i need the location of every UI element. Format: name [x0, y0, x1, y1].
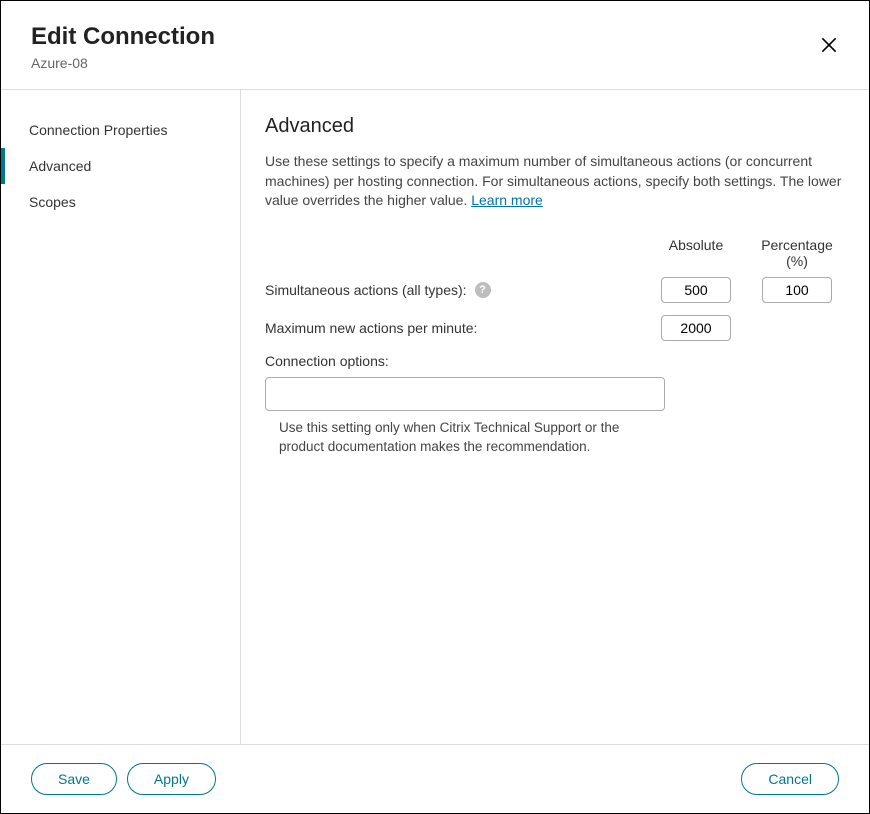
label-simultaneous-actions: Simultaneous actions (all types): ? [265, 282, 651, 298]
row-simultaneous-actions: Simultaneous actions (all types): ? [265, 277, 845, 303]
settings-table: Absolute Percentage (%) Simultaneous act… [265, 237, 845, 457]
close-button[interactable] [817, 33, 841, 57]
content-panel: Advanced Use these settings to specify a… [241, 90, 869, 744]
label-connection-options: Connection options: [265, 353, 845, 369]
dialog-body: Connection Properties Advanced Scopes Ad… [1, 90, 869, 744]
row-max-new-actions: Maximum new actions per minute: [265, 315, 845, 341]
section-description: Use these settings to specify a maximum … [265, 152, 845, 211]
cancel-button[interactable]: Cancel [741, 763, 839, 795]
dialog-footer: Save Apply Cancel [1, 744, 869, 813]
simultaneous-absolute-input[interactable] [661, 277, 731, 303]
sidebar-item-label: Connection Properties [29, 122, 168, 138]
dialog-header: Edit Connection Azure-08 [1, 1, 869, 89]
save-button[interactable]: Save [31, 763, 117, 795]
dialog-subtitle: Azure-08 [31, 55, 839, 71]
max-new-absolute-input[interactable] [661, 315, 731, 341]
label-max-new-actions: Maximum new actions per minute: [265, 320, 651, 336]
column-percentage: Percentage (%) [749, 237, 845, 269]
close-icon [819, 35, 839, 55]
section-title: Advanced [265, 115, 845, 138]
sidebar-item-label: Scopes [29, 194, 76, 210]
column-absolute: Absolute [651, 237, 741, 269]
sidebar-item-scopes[interactable]: Scopes [1, 184, 240, 220]
column-headers: Absolute Percentage (%) [265, 237, 845, 269]
dialog-title: Edit Connection [31, 23, 839, 51]
help-icon[interactable]: ? [475, 282, 491, 298]
simultaneous-percentage-input[interactable] [762, 277, 832, 303]
sidebar-item-advanced[interactable]: Advanced [1, 148, 240, 184]
apply-button[interactable]: Apply [127, 763, 216, 795]
sidebar-item-connection-properties[interactable]: Connection Properties [1, 112, 240, 148]
connection-options-input[interactable] [265, 377, 665, 411]
sidebar: Connection Properties Advanced Scopes [1, 90, 241, 744]
connection-options-hint: Use this setting only when Citrix Techni… [265, 419, 665, 457]
sidebar-item-label: Advanced [29, 158, 91, 174]
learn-more-link[interactable]: Learn more [471, 192, 543, 208]
